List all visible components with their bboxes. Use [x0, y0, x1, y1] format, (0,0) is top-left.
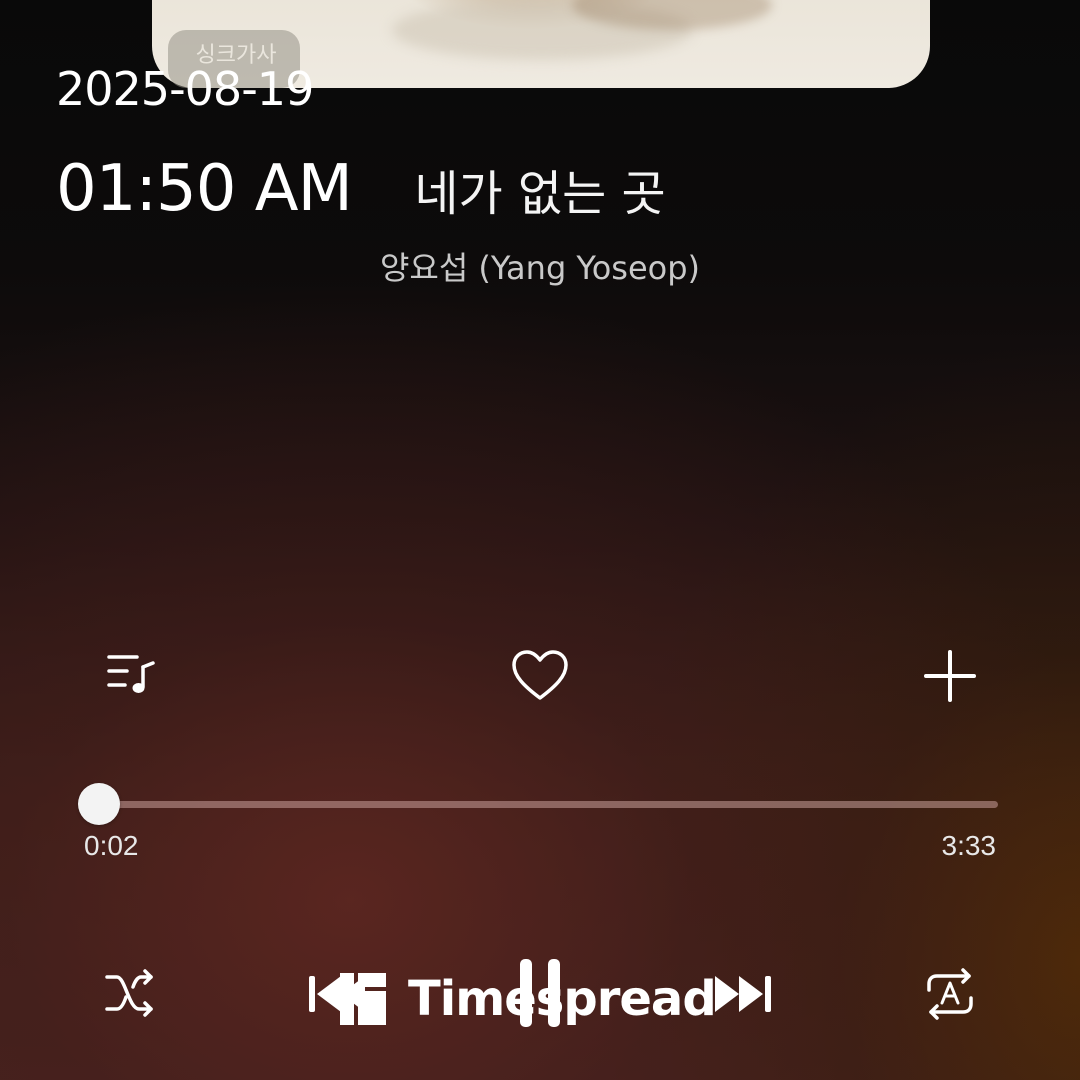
- playlist-music-icon: [107, 655, 155, 693]
- elapsed-time: 0:02: [84, 830, 139, 861]
- next-track-button[interactable]: [708, 958, 780, 1030]
- playlist-button[interactable]: [96, 640, 166, 710]
- heart-outline-icon: [512, 650, 568, 700]
- shuffle-button[interactable]: [96, 958, 166, 1028]
- progress-bar[interactable]: [77, 783, 998, 825]
- date-overlay: 2025-08-19: [56, 62, 314, 116]
- skip-next-icon: [715, 976, 771, 1012]
- add-to-playlist-button[interactable]: [914, 640, 986, 712]
- repeat-a-icon: [927, 968, 973, 1020]
- timespread-logo-icon: [340, 973, 386, 1025]
- watermark: Timespread: [338, 968, 717, 1030]
- shuffle-icon: [105, 969, 153, 1017]
- progress-thumb[interactable]: [77, 783, 120, 825]
- like-button[interactable]: [504, 640, 576, 712]
- song-title: 네가 없는 곳: [414, 166, 666, 222]
- artist-name[interactable]: 양요섭 (Yang Yoseop): [0, 243, 1080, 289]
- repeat-button[interactable]: [914, 958, 986, 1030]
- plus-icon: [924, 650, 976, 702]
- music-player-screen: 싱크가사 2025-08-19 01:50 AM 네가 없는 곳 양요섭 (Ya…: [0, 0, 1080, 1080]
- watermark-text: Timespread: [408, 971, 717, 1027]
- total-duration: 3:33: [941, 830, 997, 861]
